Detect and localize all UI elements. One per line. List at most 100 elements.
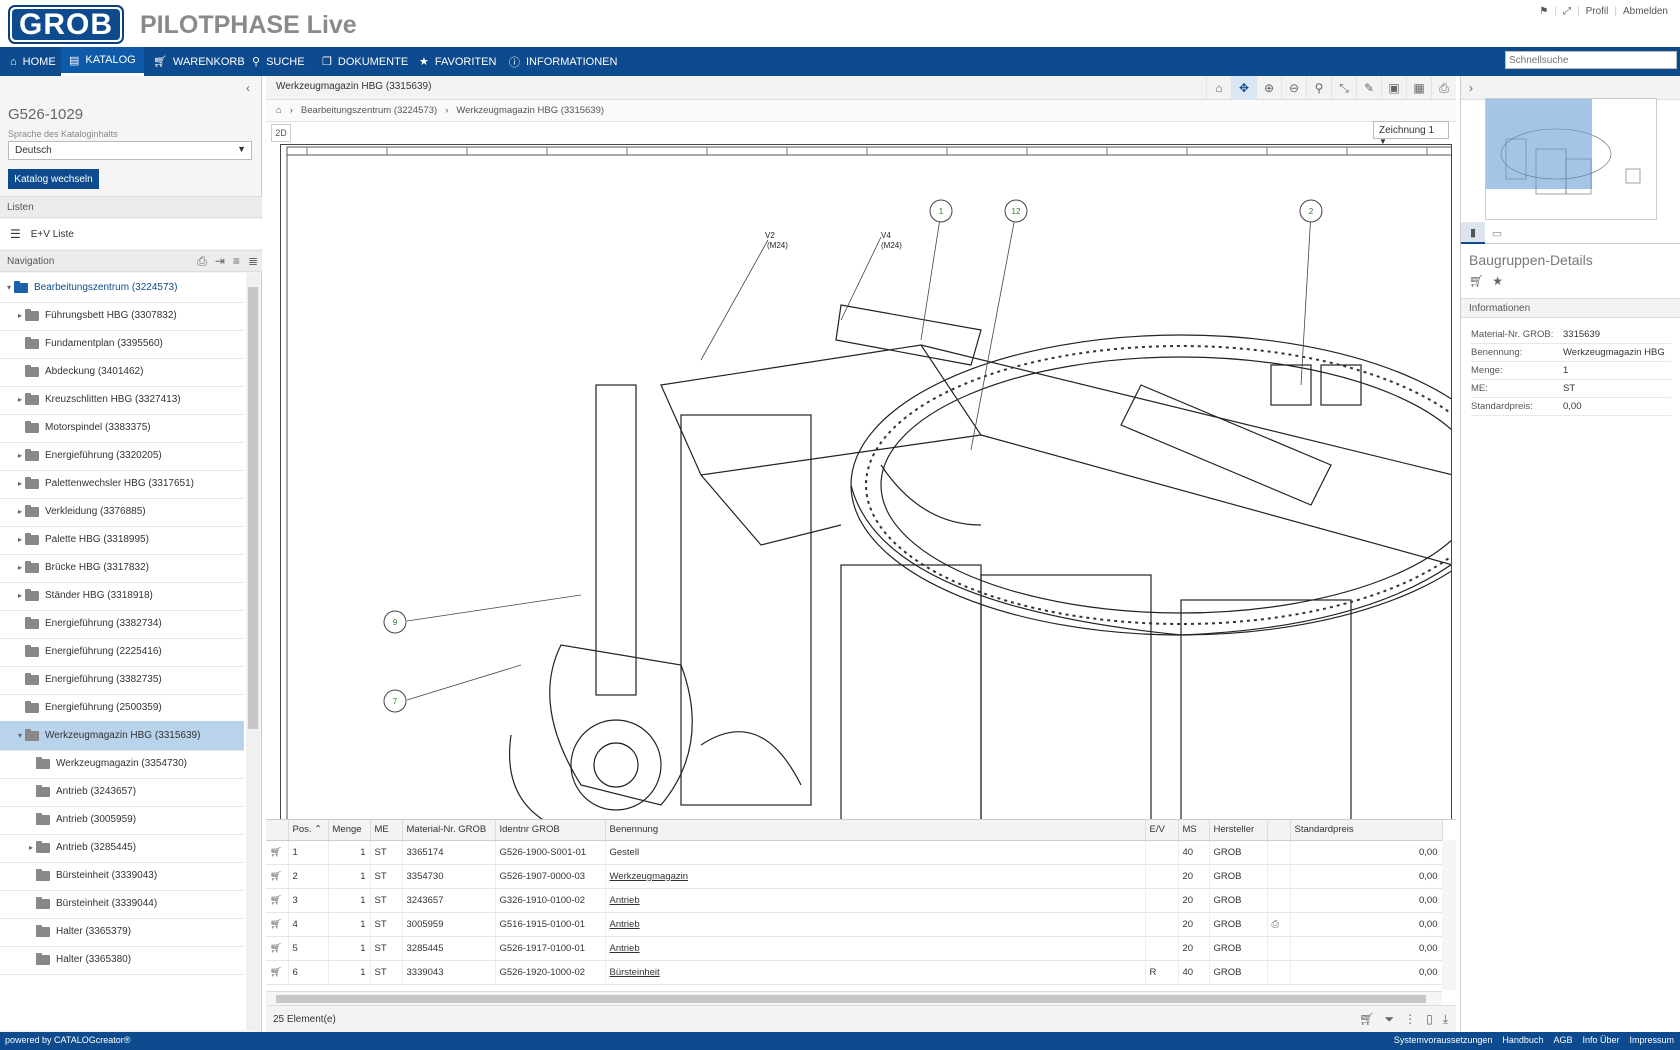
tree-item[interactable]: ▸ Palettenwechsler HBG (3317651) [0,469,244,499]
expand-caret-icon[interactable]: ▸ [15,479,25,488]
col-ev[interactable]: E/V [1145,820,1179,841]
tree-item[interactable]: Energieführung (3382735) [0,665,244,695]
logout-link[interactable]: Abmelden [1623,6,1668,17]
add-to-cart-icon[interactable]: 🛒︎ [1469,274,1484,288]
tree-item[interactable]: Energieführung (3382734) [0,609,244,639]
expand-caret-icon[interactable]: ▾ [4,283,14,292]
expand-caret-icon[interactable]: ▾ [15,731,25,740]
zoom-window-icon[interactable]: ⚲ [1306,76,1331,100]
pan-icon[interactable]: ✥ [1231,76,1256,100]
fit-icon[interactable]: ⤡ [1331,76,1356,100]
expand-caret-icon[interactable]: ▸ [15,563,25,572]
tree-item[interactable]: Antrieb (3005959) [0,805,244,835]
nav-warenkorb[interactable]: 🛒︎ WARENKORB [145,47,253,76]
clipboard-icon[interactable]: ▯ [1426,1012,1433,1027]
zoom-out-icon[interactable]: ⊖ [1281,76,1306,100]
details-tab-icon[interactable]: ▮ [1461,222,1485,244]
ev-list-item[interactable]: ☰ E+V Liste [0,219,262,249]
grob-logo[interactable]: GROB [8,5,124,44]
tree-scrollbar[interactable] [246,273,260,1030]
expand-caret-icon[interactable]: ▸ [26,843,36,852]
pdf-icon[interactable]: ⎙ [197,254,207,269]
footer-link[interactable]: Info Über [1582,1035,1619,1045]
table-row[interactable]: 🛒︎ 5 1 ST 3285445 G526-1917-0100-01 Antrieb 20 G… [266,936,1443,961]
tree-item[interactable]: Motorspindel (3383375) [0,413,244,443]
drawing-overview[interactable] [1485,98,1657,220]
col-hersteller[interactable]: Hersteller [1209,820,1268,841]
col-menge[interactable]: Menge [328,820,371,841]
table-row[interactable]: 🛒︎ 2 1 ST 3354730 G526-1907-0000-03 Werkzeugma… [266,864,1443,889]
part-link[interactable]: Bürsteinheit [610,967,660,978]
breadcrumb-item[interactable]: Werkzeugmagazin HBG (3315639) [456,105,604,116]
col-me[interactable]: ME [370,820,403,841]
favorite-star-icon[interactable]: ★ [1492,274,1503,288]
expand-caret-icon[interactable]: ▸ [15,507,25,516]
part-link[interactable]: Werkzeugmagazin [610,871,689,882]
nav-katalog[interactable]: ▤ KATALOG [61,47,144,76]
expand-caret-icon[interactable]: ▸ [15,395,25,404]
tree-item[interactable]: ▾ Werkzeugmagazin HBG (3315639) [0,721,244,751]
expand-caret-icon[interactable]: ▸ [15,311,25,320]
tree-scroll-thumb[interactable] [248,287,258,729]
image-icon[interactable]: ▣ [1381,76,1406,100]
tree-item[interactable]: ▸ Palette HBG (3318995) [0,525,244,555]
expand-caret-icon[interactable]: ▸ [15,591,25,600]
home-view-icon[interactable]: ⌂ [1206,76,1231,100]
overview-viewport[interactable] [1486,99,1592,189]
nav-home[interactable]: ⌂ HOME [2,47,64,76]
flag-icon[interactable]: ⚑ [1539,6,1548,17]
part-link[interactable]: Antrieb [610,919,640,930]
indent-icon[interactable]: ⇥ [215,254,225,269]
nav-suche[interactable]: ⚲ SUCHE [244,47,313,76]
nav-favoriten[interactable]: ★ FAVORITEN [411,47,504,76]
col-material[interactable]: Material-Nr. GROB [402,820,496,841]
tree-item[interactable]: Energieführung (2225416) [0,637,244,667]
table-icon[interactable]: ▦ [1406,76,1431,100]
pdf-icon[interactable]: ⎙ [1267,912,1291,937]
tree-item[interactable]: ▸ Ständer HBG (3318918) [0,581,244,611]
profile-link[interactable]: Profil [1586,6,1609,17]
expand-all-icon[interactable]: ≡ [233,254,240,269]
tree-item[interactable]: ▸ Energieführung (3320205) [0,441,244,471]
table-row[interactable]: 🛒︎ 4 1 ST 3005959 G516-1915-0100-01 Antrieb 20 G… [266,912,1443,937]
zoom-in-icon[interactable]: ⊕ [1256,76,1281,100]
tree-item[interactable]: Bürsteinheit (3339044) [0,889,244,919]
tree-item[interactable]: Abdeckung (3401462) [0,357,244,387]
callout-9[interactable]: 9 [393,618,398,627]
col-identnr[interactable]: Identnr GROB [495,820,606,841]
language-select[interactable]: Deutsch ▼ [8,141,252,160]
tree-item[interactable]: Fundamentplan (3395560) [0,329,244,359]
collapse-all-icon[interactable]: ≣ [248,254,258,269]
tree-item[interactable]: Halter (3365379) [0,917,244,947]
hscroll-thumb[interactable] [276,995,1426,1003]
more-icon[interactable]: ⋮ [1404,1012,1416,1027]
tree-item[interactable]: ▸ Verkleidung (3376885) [0,497,244,527]
col-benennung[interactable]: Benennung [605,820,1146,841]
collapse-left-icon[interactable]: ‹ [246,81,250,95]
footer-link[interactable]: AGB [1553,1035,1572,1045]
tree-item[interactable]: Bürsteinheit (3339043) [0,861,244,891]
footer-link[interactable]: Handbuch [1502,1035,1543,1045]
collapse-right-icon[interactable]: › [1461,76,1680,100]
footer-link[interactable]: Systemvoraussetzungen [1394,1035,1493,1045]
table-row[interactable]: 🛒︎ 1 1 ST 3365174 G526-1900-S001-01 Gestell 40 G… [266,840,1443,865]
add-to-cart-icon[interactable]: 🛒︎ [266,912,289,937]
breadcrumb-item[interactable]: Bearbeitungszentrum (3224573) [301,105,437,116]
col-pos[interactable]: Pos. ⌃ [288,820,329,841]
switch-catalog-button[interactable]: Katalog wechseln [8,169,99,189]
add-to-cart-icon[interactable]: 🛒︎ [266,840,289,865]
markup-icon[interactable]: ✎ [1356,76,1381,100]
footer-link[interactable]: Impressum [1629,1035,1674,1045]
home-icon[interactable]: ⌂ [276,105,282,116]
col-ms[interactable]: MS [1178,820,1210,841]
add-to-cart-icon[interactable]: 🛒︎ [266,936,289,961]
callout-12[interactable]: 12 [1012,207,1021,216]
part-link[interactable]: Antrieb [610,895,640,906]
col-standardpreis[interactable]: Standardpreis [1290,820,1443,841]
callout-7[interactable]: 7 [393,697,398,706]
add-to-cart-icon[interactable]: 🛒︎ [266,960,289,985]
table-row[interactable]: 🛒︎ 6 1 ST 3339043 G526-1920-1000-02 Bürsteinhe… [266,960,1443,985]
tree-item[interactable]: ▾ Bearbeitungszentrum (3224573) [0,273,244,303]
nav-informationen[interactable]: ⓘ INFORMATIONEN [501,47,625,76]
filter-icon[interactable]: ⏷ [1384,1012,1394,1027]
